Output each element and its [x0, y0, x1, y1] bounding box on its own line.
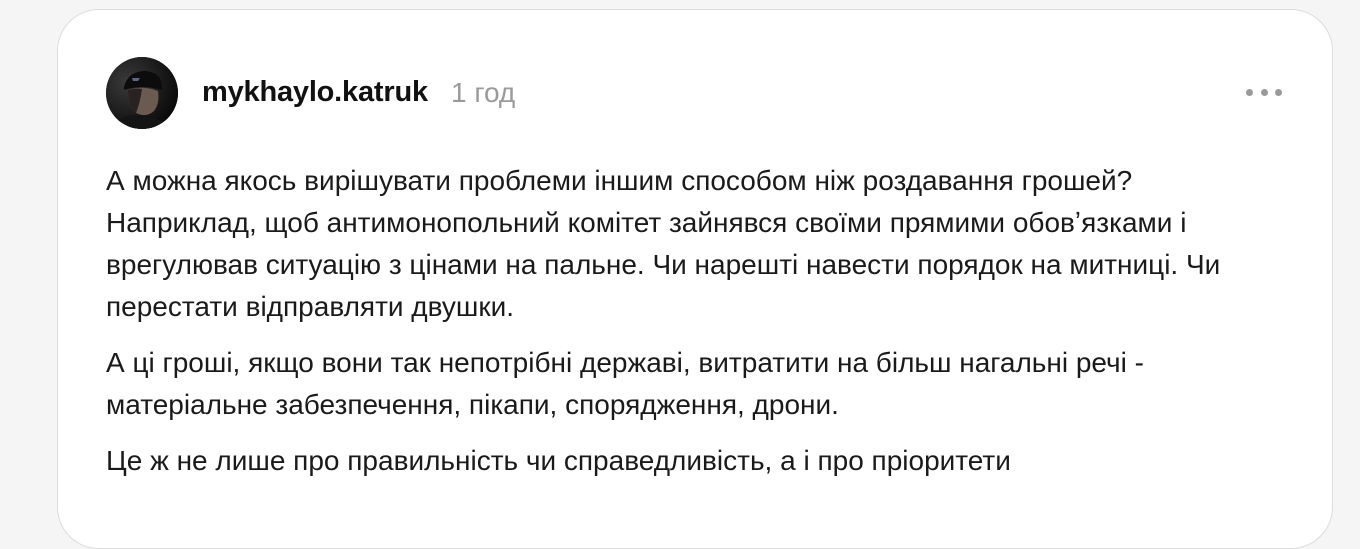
- more-horizontal-icon: [1260, 88, 1268, 96]
- more-horizontal-icon: [1246, 88, 1253, 96]
- more-horizontal-icon: [1275, 88, 1282, 96]
- post-paragraph: А можна якось вирішувати проблеми іншим …: [106, 165, 1221, 322]
- post-card: mykhaylo.katruk 1 год А можна якось вирі…: [57, 9, 1333, 549]
- user-avatar-photo-icon: [106, 57, 178, 129]
- author-username[interactable]: mykhaylo.katruk: [202, 76, 428, 109]
- post-body: А можна якось вирішувати проблеми іншим …: [106, 160, 1286, 496]
- post-timestamp[interactable]: 1 год: [451, 77, 515, 109]
- post-paragraph: А ці гроші, якщо вони так непотрібні дер…: [106, 347, 1144, 420]
- avatar[interactable]: [106, 57, 178, 129]
- post-paragraph: Це ж не лише про правильність чи справед…: [106, 445, 1011, 476]
- more-options-button[interactable]: [1246, 84, 1282, 100]
